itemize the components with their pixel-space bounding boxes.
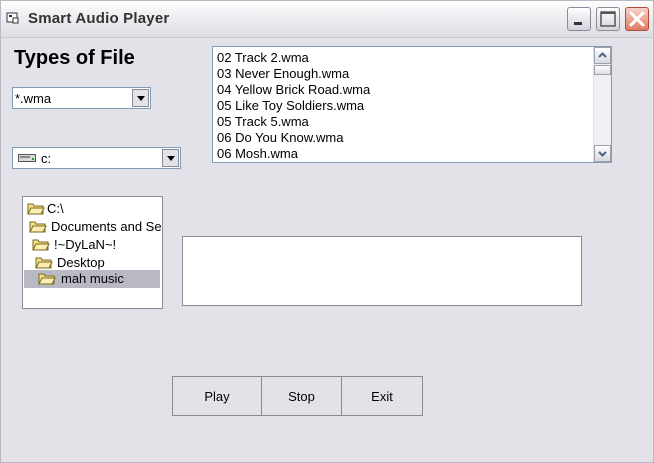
chevron-down-icon [137, 96, 145, 101]
folder-tree[interactable]: C:\ Documents and Se !~DyLaN~! Desktop m… [22, 196, 163, 309]
folder-open-icon [27, 203, 45, 215]
file-list-item[interactable]: 02 Track 2.wma [217, 50, 309, 65]
folder-open-icon [35, 257, 53, 269]
tree-node-label: Documents and Se [51, 219, 162, 234]
file-list-item[interactable]: 03 Never Enough.wma [217, 66, 349, 81]
file-types-heading: Types of File [14, 47, 135, 69]
close-button[interactable] [625, 7, 649, 31]
file-list-scrollbar[interactable] [593, 47, 611, 162]
exit-button[interactable]: Exit [341, 376, 423, 416]
maximize-icon [600, 11, 616, 27]
drive-dropdown-button[interactable] [162, 149, 179, 167]
drive-icon [18, 154, 36, 162]
tree-node-label: C:\ [47, 201, 64, 216]
file-list-item[interactable]: 06 Do You Know.wma [217, 130, 343, 145]
file-type-value: *.wma [15, 91, 52, 106]
app-window: Smart Audio Player Types of File *.wma c… [0, 0, 654, 463]
minimize-icon [574, 22, 582, 25]
file-list-item[interactable]: 05 Track 5.wma [217, 114, 309, 129]
file-list-item[interactable]: 06 Mosh.wma [217, 146, 298, 161]
file-type-dropdown-button[interactable] [132, 89, 149, 107]
stop-button[interactable]: Stop [261, 376, 342, 416]
play-button[interactable]: Play [172, 376, 262, 416]
folder-open-icon [32, 239, 50, 251]
title-bar[interactable]: Smart Audio Player [1, 1, 653, 38]
file-list[interactable]: 02 Track 2.wma 03 Never Enough.wma 04 Ye… [212, 46, 612, 163]
app-icon [6, 12, 19, 24]
scroll-thumb[interactable] [594, 65, 611, 75]
chevron-up-icon [598, 52, 607, 58]
tree-node-user[interactable]: !~DyLaN~! [32, 236, 152, 254]
scroll-down-button[interactable] [594, 145, 611, 162]
scroll-up-button[interactable] [594, 47, 611, 64]
tree-node-c-drive[interactable]: C:\ [27, 200, 157, 218]
tree-node-documents[interactable]: Documents and Se [29, 218, 162, 236]
folder-open-icon [29, 221, 47, 233]
file-list-item[interactable]: 04 Yellow Brick Road.wma [217, 82, 370, 97]
tree-node-label: Desktop [57, 255, 105, 270]
close-icon [629, 11, 645, 27]
folder-open-icon [38, 273, 56, 285]
tree-node-mah-music-selected[interactable]: mah music [24, 270, 160, 288]
minimize-button[interactable] [567, 7, 591, 31]
drive-select[interactable]: c: [12, 147, 181, 169]
tree-node-label: !~DyLaN~! [54, 237, 117, 252]
file-type-select[interactable]: *.wma [12, 87, 151, 109]
chevron-down-icon [598, 151, 607, 157]
status-text-box[interactable] [182, 236, 582, 306]
window-title: Smart Audio Player [28, 10, 170, 27]
drive-value: c: [41, 151, 52, 166]
maximize-button[interactable] [596, 7, 620, 31]
chevron-down-icon [167, 156, 175, 161]
file-list-item[interactable]: 05 Like Toy Soldiers.wma [217, 98, 364, 113]
tree-node-label: mah music [61, 271, 124, 286]
